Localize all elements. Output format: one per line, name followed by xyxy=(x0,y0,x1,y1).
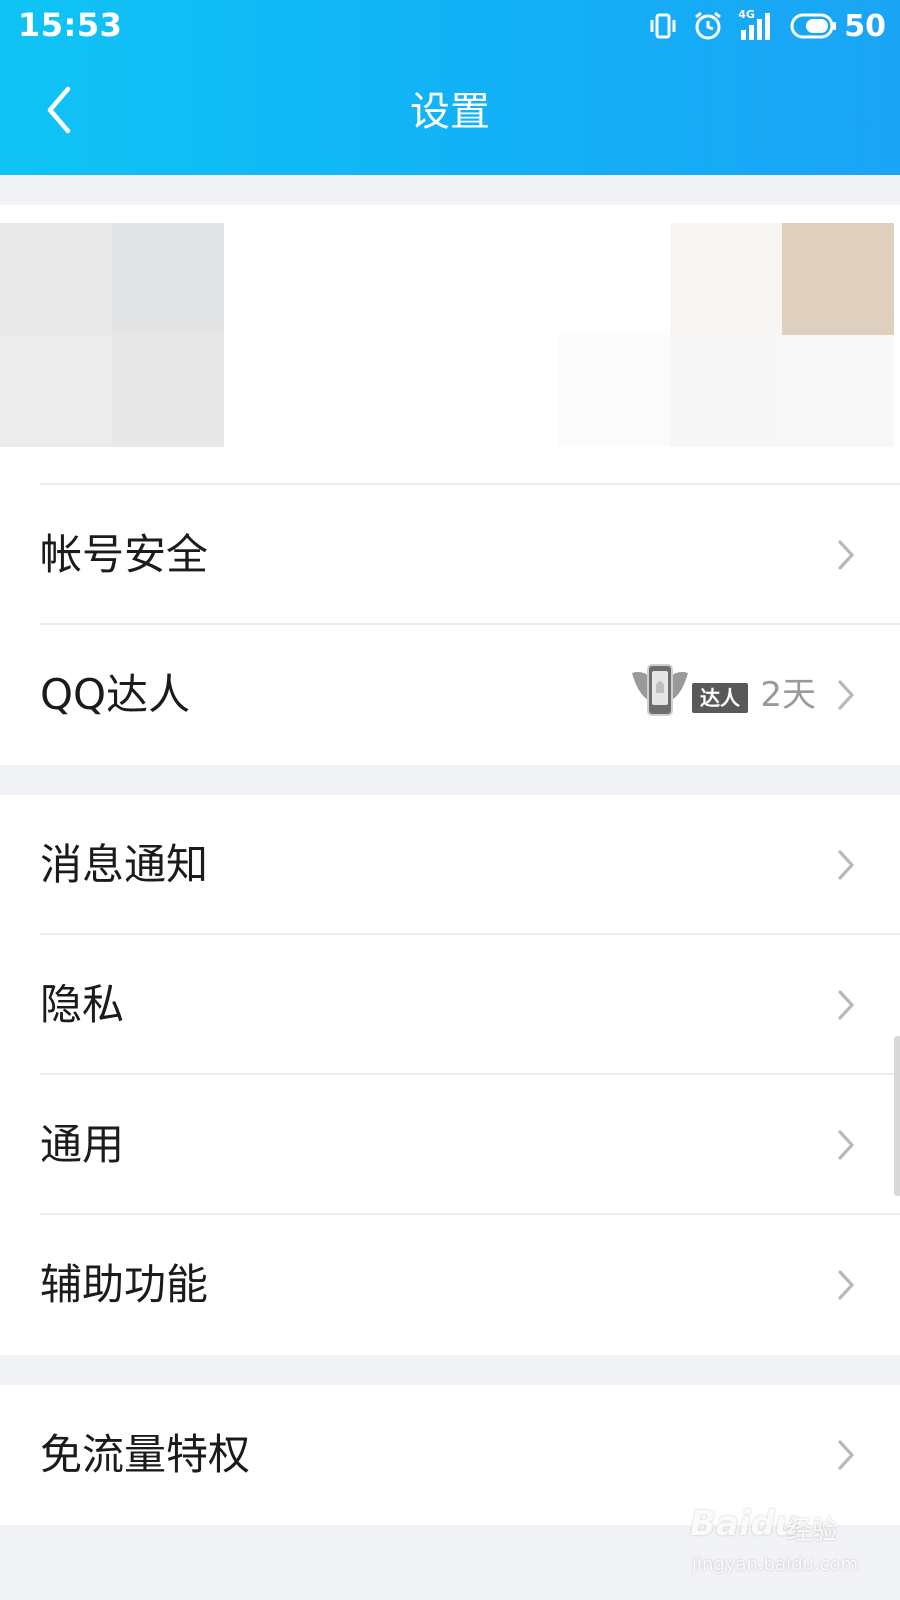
page-title: 设置 xyxy=(410,89,490,135)
settings-item-label: 消息通知 xyxy=(40,840,209,889)
title-bar: 15:53 4G 50 设置 xyxy=(0,0,900,175)
baidu-jingyan-watermark: Baidu 经验 jingyan.baidu.com xyxy=(690,1504,890,1594)
battery-icon xyxy=(790,12,838,40)
chevron-right-icon xyxy=(838,850,854,880)
settings-item-accessibility[interactable]: 辅助功能 xyxy=(0,1215,900,1355)
settings-item-label: 通用 xyxy=(40,1120,125,1169)
settings-item-label: QQ达人 xyxy=(40,670,191,719)
status-time: 15:53 xyxy=(18,6,123,44)
settings-item-label: 隐私 xyxy=(40,980,125,1029)
alarm-icon xyxy=(692,10,724,42)
chevron-right-icon xyxy=(838,1270,854,1300)
vibrate-icon xyxy=(648,11,678,41)
profile-background-blurred xyxy=(558,223,894,447)
daren-badge-label: 达人 xyxy=(692,683,748,713)
watermark-suffix: 经验 xyxy=(786,1516,839,1546)
status-icons: 4G 50 xyxy=(648,6,886,46)
scrollbar[interactable] xyxy=(894,1036,900,1196)
settings-item-label: 辅助功能 xyxy=(40,1260,209,1309)
settings-item-label: 帐号安全 xyxy=(40,530,209,579)
chevron-right-icon xyxy=(838,1440,854,1470)
settings-item-general[interactable]: 通用 xyxy=(0,1075,900,1215)
battery-level: 50 xyxy=(844,8,886,44)
settings-item-notifications[interactable]: 消息通知 xyxy=(0,795,900,935)
chevron-right-icon xyxy=(838,680,854,710)
chevron-right-icon xyxy=(838,1130,854,1160)
settings-item-privacy[interactable]: 隐私 xyxy=(0,935,900,1075)
avatar-blurred xyxy=(0,223,224,447)
settings-item-label: 免流量特权 xyxy=(40,1430,251,1479)
settings-item-account-security[interactable]: 帐号安全 xyxy=(0,485,900,625)
chevron-right-icon xyxy=(838,540,854,570)
watermark-url: jingyan.baidu.com xyxy=(692,1554,859,1575)
profile-card[interactable] xyxy=(0,205,900,485)
settings-group-account: 帐号安全 QQ达人 达人 2天 xyxy=(0,485,900,765)
signal-icon: 4G xyxy=(738,8,776,42)
settings-group-general: 消息通知 隐私 通用 辅助功能 xyxy=(0,795,900,1355)
watermark-brand: Baidu xyxy=(690,1504,800,1544)
daren-days: 2天 xyxy=(760,675,816,715)
daren-badge: 达人 xyxy=(628,661,748,723)
settings-item-qq-daren[interactable]: QQ达人 达人 2天 xyxy=(0,625,900,765)
chevron-right-icon xyxy=(838,990,854,1020)
status-bar: 15:53 4G 50 xyxy=(0,0,900,52)
